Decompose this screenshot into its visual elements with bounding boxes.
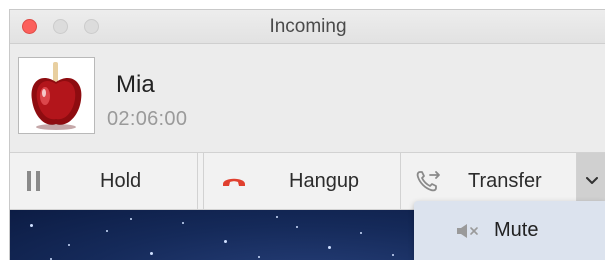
hold-label: Hold xyxy=(100,169,142,192)
chevron-down-icon xyxy=(586,177,598,184)
hold-button[interactable]: Hold xyxy=(10,153,198,209)
caller-name: Mia xyxy=(116,71,155,98)
hangup-button[interactable]: Hangup xyxy=(203,153,401,209)
window-title: Incoming xyxy=(269,16,347,37)
caller-panel: Mia 02:06:00 xyxy=(10,44,605,152)
mute-menu-item[interactable]: Mute xyxy=(414,201,605,260)
phone-transfer-icon xyxy=(416,171,440,192)
speaker-muted-icon xyxy=(457,223,478,238)
call-duration: 02:06:00 xyxy=(107,108,188,130)
hangup-label: Hangup xyxy=(289,169,360,192)
candy-apple-icon xyxy=(31,62,82,130)
transfer-label: Transfer xyxy=(468,169,542,192)
pause-icon xyxy=(27,171,40,191)
avatar xyxy=(18,57,95,134)
phone-hangup-icon xyxy=(223,178,245,186)
title-bar: Incoming xyxy=(10,10,605,44)
mute-label: Mute xyxy=(494,219,539,241)
